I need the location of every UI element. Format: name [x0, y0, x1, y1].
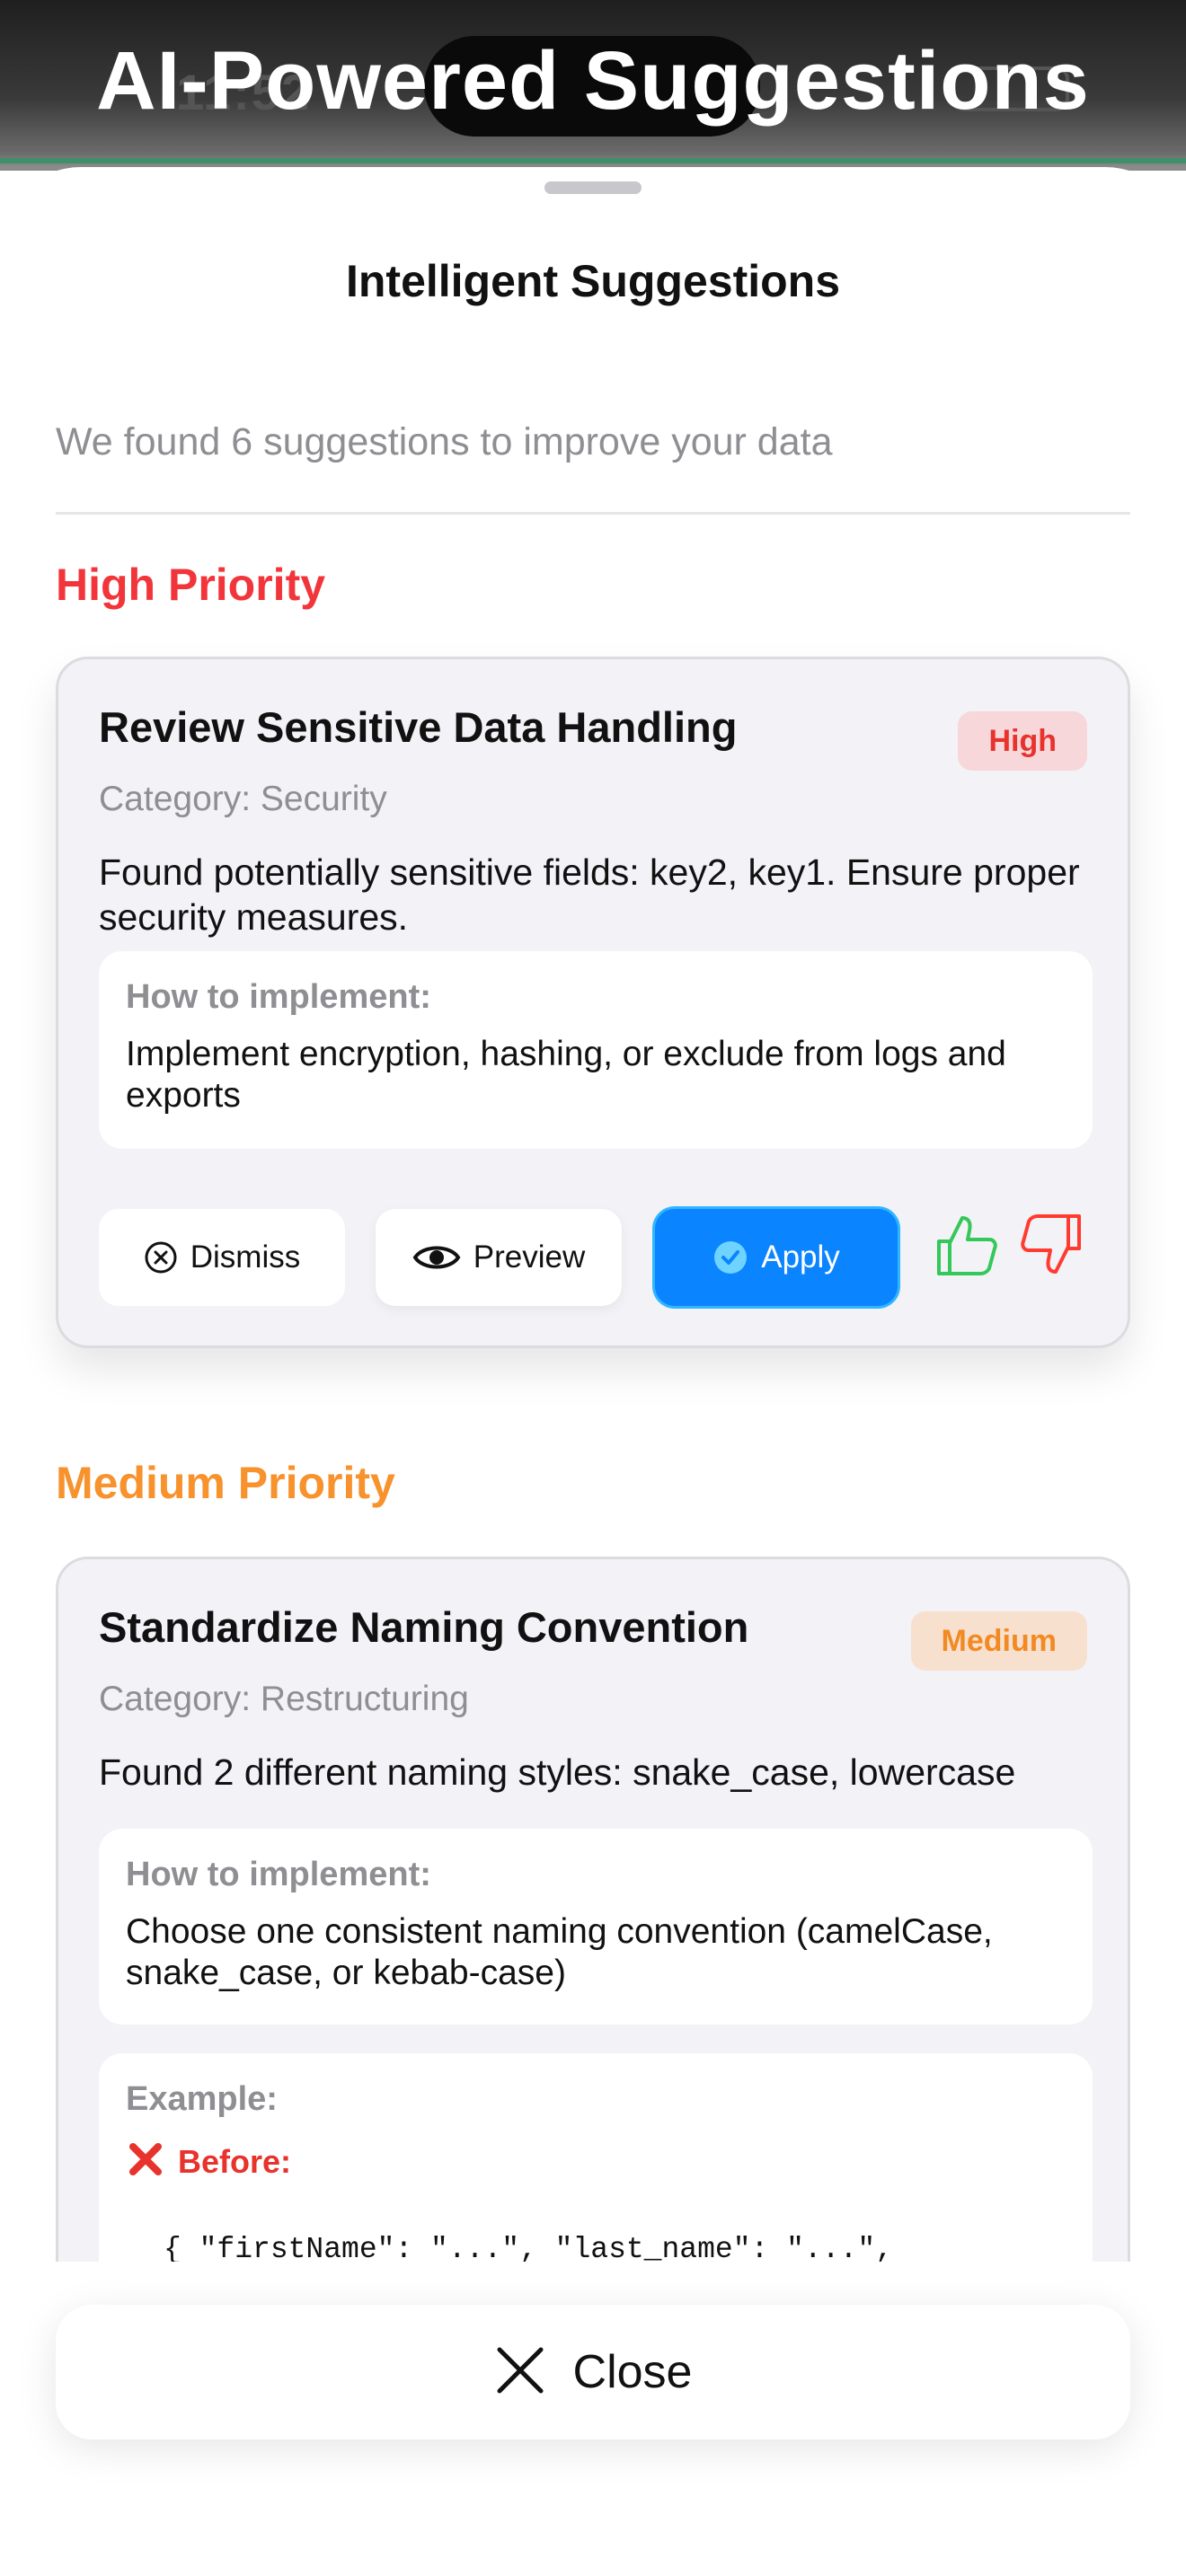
backdrop-divider: [0, 158, 1186, 163]
apply-button[interactable]: Apply: [655, 1209, 898, 1306]
section-title-high-priority: High Priority: [56, 560, 326, 610]
overlay-title: AI-Powered Suggestions: [96, 35, 1090, 127]
dismiss-button[interactable]: Dismiss: [99, 1209, 345, 1306]
close-label: Close: [572, 2346, 693, 2398]
example-label: Example:: [126, 2080, 278, 2118]
priority-badge: Medium: [910, 1611, 1087, 1671]
suggestion-card: Review Sensitive Data Handling High Cate…: [56, 657, 1130, 1348]
close-icon: [494, 2344, 546, 2401]
how-to-implement-box: How to implement: Choose one consistent …: [99, 1829, 1093, 2025]
how-to-implement-text: Choose one consistent naming convention …: [126, 1912, 993, 1992]
suggestions-summary: We found 6 suggestions to improve your d…: [56, 420, 833, 463]
preview-label: Preview: [473, 1239, 586, 1275]
priority-badge: High: [958, 711, 1087, 771]
apply-label: Apply: [761, 1239, 840, 1275]
how-to-implement-label: How to implement:: [126, 978, 431, 1016]
check-circle-icon: [712, 1239, 748, 1275]
before-row: Before:: [126, 2139, 291, 2183]
thumbs-up-icon[interactable]: [932, 1211, 1000, 1279]
example-box: Example: Before: { "firstName": "...", "…: [99, 2053, 1093, 2262]
how-to-implement-text: Implement encryption, hashing, or exclud…: [126, 1035, 1006, 1115]
thumbs-down-icon[interactable]: [1018, 1211, 1086, 1279]
divider: [56, 512, 1130, 515]
cross-mark-icon: [126, 2139, 165, 2183]
suggestion-title: Standardize Naming Convention: [99, 1603, 749, 1651]
suggestion-description: Found potentially sensitive fields: key2…: [99, 851, 1080, 938]
before-label: Before:: [178, 2142, 292, 2180]
section-title-medium-priority: Medium Priority: [56, 1458, 395, 1508]
suggestion-title: Review Sensitive Data Handling: [99, 703, 738, 751]
x-circle-icon: [144, 1240, 178, 1275]
suggestion-card: Standardize Naming Convention Medium Cat…: [56, 1557, 1130, 2262]
suggestions-scroll-area[interactable]: We found 6 suggestions to improve your d…: [0, 167, 1186, 2262]
eye-icon: [412, 1241, 461, 1274]
dismiss-label: Dismiss: [190, 1239, 301, 1275]
suggestion-category: Category: Restructuring: [99, 1680, 469, 1718]
preview-button[interactable]: Preview: [376, 1209, 622, 1306]
before-code: { "firstName": "...", "last_name": "..."…: [164, 2233, 893, 2262]
how-to-implement-label: How to implement:: [126, 1856, 431, 1893]
how-to-implement-box: How to implement: Implement encryption, …: [99, 951, 1093, 1149]
suggestions-sheet: Intelligent Suggestions We found 6 sugge…: [0, 167, 1186, 2576]
suggestion-description: Found 2 different naming styles: snake_c…: [99, 1751, 1016, 1793]
suggestion-category: Category: Security: [99, 780, 387, 818]
close-button[interactable]: Close: [56, 2305, 1130, 2439]
